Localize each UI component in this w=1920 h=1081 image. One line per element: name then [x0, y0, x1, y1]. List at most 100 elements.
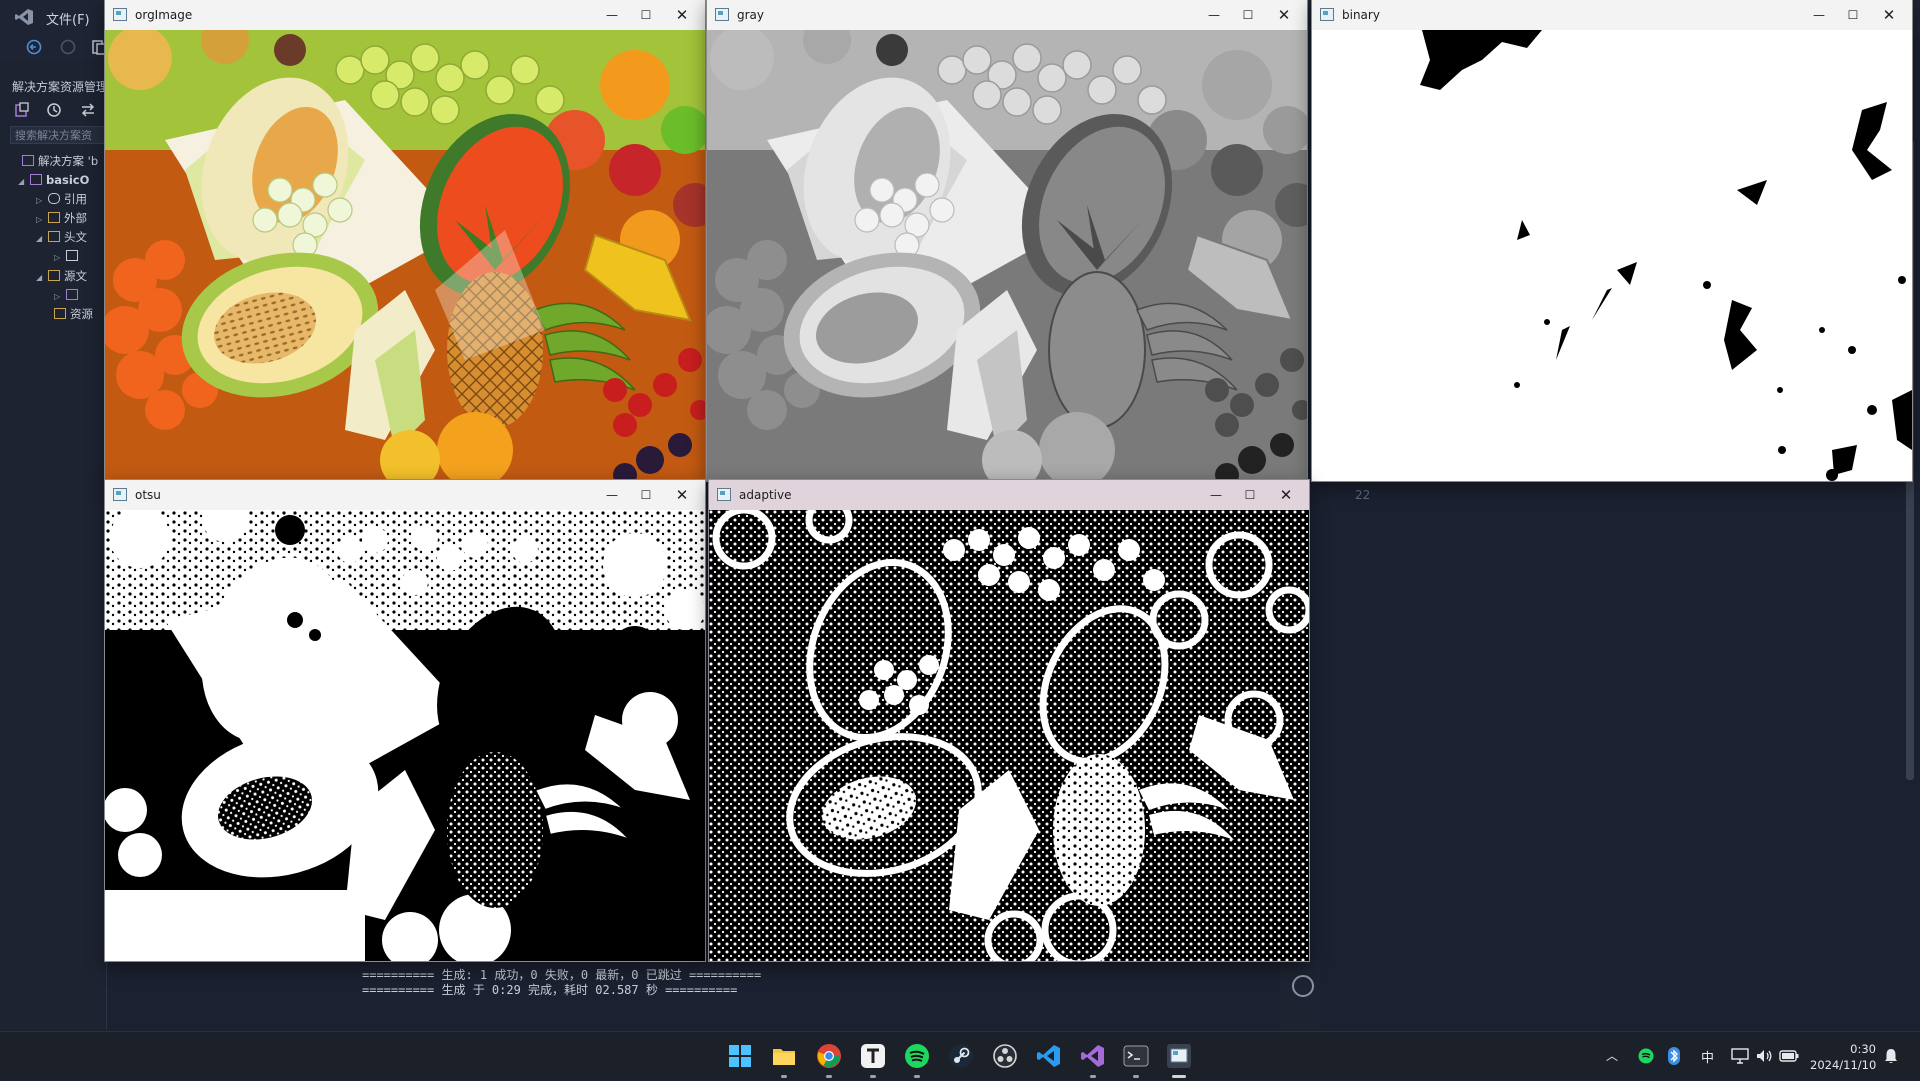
minimize-button[interactable]: —: [1207, 486, 1225, 504]
tree-item-cpp-file[interactable]: ▷: [54, 286, 82, 304]
spotify-tray-icon[interactable]: [1638, 1048, 1654, 1064]
back-navigation-icon[interactable]: [26, 39, 42, 55]
expanded-arrow-icon[interactable]: ◢: [36, 269, 44, 287]
opencv-window-icon[interactable]: [1166, 1043, 1192, 1069]
fruit-otsu-image: [105, 510, 705, 961]
running-indicator: [826, 1075, 832, 1078]
ime-indicator[interactable]: 中: [1701, 1047, 1714, 1066]
window-orgimage[interactable]: orgImage — ☐ ✕: [105, 0, 705, 481]
expanded-arrow-icon[interactable]: ◢: [18, 173, 26, 191]
solution-search-input[interactable]: 搜索解决方案资: [10, 126, 106, 144]
solution-explorer-title: 解决方案资源管理: [12, 80, 109, 94]
tree-item-label: basicO: [46, 173, 90, 187]
image-canvas: [709, 510, 1309, 961]
minimize-button[interactable]: —: [1810, 6, 1828, 24]
collapsed-arrow-icon[interactable]: ▷: [54, 288, 62, 306]
obs-icon[interactable]: [992, 1043, 1018, 1069]
solution-explorer-panel: 解决方案资源管理 搜索解决方案资 解决方案 'b ◢ basicO ▷ 引用 ▷ 外部…: [0, 60, 109, 1030]
chevron-up-icon[interactable]: ︿: [1606, 1047, 1618, 1064]
typora-icon[interactable]: [860, 1043, 886, 1069]
window-title: orgImage: [135, 8, 193, 22]
vs-toolbar: [0, 34, 110, 60]
tree-item-label: 源文: [64, 269, 87, 283]
forward-navigation-icon[interactable]: [60, 39, 76, 55]
window-adaptive[interactable]: adaptive — ☐ ✕: [709, 480, 1309, 961]
clock[interactable]: 0:30 2024/11/10: [1810, 1041, 1876, 1073]
chrome-icon[interactable]: [816, 1043, 842, 1069]
window-titlebar[interactable]: adaptive — ☐ ✕: [709, 480, 1309, 510]
clock-time: 0:30: [1850, 1042, 1876, 1056]
maximize-button[interactable]: ☐: [1241, 486, 1259, 504]
window-titlebar[interactable]: gray — ☐ ✕: [707, 0, 1307, 30]
account-icon[interactable]: [1292, 975, 1314, 997]
visual-studio-icon[interactable]: [1080, 1043, 1106, 1069]
close-button[interactable]: ✕: [1880, 6, 1898, 24]
file-explorer-icon[interactable]: [771, 1043, 797, 1069]
terminal-icon[interactable]: [1123, 1043, 1149, 1069]
tree-item-header-file[interactable]: ▷: [54, 247, 82, 265]
maximize-button[interactable]: ☐: [637, 486, 655, 504]
menu-file[interactable]: 文件(F): [46, 9, 90, 28]
sync-icon[interactable]: [80, 102, 96, 118]
window-otsu[interactable]: otsu — ☐ ✕: [105, 480, 705, 961]
solution-view-icon[interactable]: [14, 102, 30, 118]
collapsed-arrow-icon[interactable]: ▷: [36, 192, 44, 210]
window-titlebar[interactable]: orgImage — ☐ ✕: [105, 0, 705, 30]
image-canvas: [105, 30, 705, 481]
fruit-gray-image: [707, 30, 1307, 481]
tree-item-label: 解决方案 'b: [38, 154, 99, 168]
close-button[interactable]: ✕: [673, 486, 691, 504]
start-icon[interactable]: [727, 1043, 753, 1069]
maximize-button[interactable]: ☐: [637, 6, 655, 24]
tree-item-label: 头文: [64, 230, 87, 244]
output-line: ========== 生成 于 0:29 完成，耗时 02.587 秒 ====…: [362, 983, 738, 997]
running-indicator: [914, 1075, 920, 1078]
window-gray[interactable]: gray — ☐ ✕: [707, 0, 1307, 481]
tree-item-project[interactable]: ◢ basicO: [18, 171, 89, 189]
maximize-button[interactable]: ☐: [1844, 6, 1862, 24]
tree-item-sources[interactable]: ◢ 源文: [36, 267, 87, 285]
fruit-adaptive-image: [709, 510, 1309, 961]
collapsed-arrow-icon[interactable]: ▷: [54, 249, 62, 267]
tree-item-headers[interactable]: ◢ 头文: [36, 228, 87, 246]
volume-icon[interactable]: [1755, 1048, 1773, 1064]
tree-item-solution[interactable]: 解决方案 'b: [22, 152, 98, 170]
minimize-button[interactable]: —: [1205, 6, 1223, 24]
folder-icon: [48, 231, 60, 242]
window-titlebar[interactable]: binary — ☐ ✕: [1312, 0, 1912, 30]
steam-icon[interactable]: [948, 1043, 974, 1069]
new-project-icon[interactable]: [92, 39, 106, 55]
tree-item-external[interactable]: ▷ 外部: [36, 209, 87, 227]
notification-bell-icon[interactable]: [1884, 1048, 1898, 1064]
window-binary[interactable]: binary — ☐ ✕: [1312, 0, 1912, 481]
bluetooth-icon[interactable]: [1668, 1047, 1680, 1065]
maximize-button[interactable]: ☐: [1239, 6, 1257, 24]
active-indicator: [1172, 1075, 1186, 1078]
close-button[interactable]: ✕: [1275, 6, 1293, 24]
running-indicator: [781, 1075, 787, 1078]
vscode-icon[interactable]: [1036, 1043, 1062, 1069]
battery-icon[interactable]: [1779, 1049, 1799, 1063]
spotify-icon[interactable]: [904, 1043, 930, 1069]
tree-item-references[interactable]: ▷ 引用: [36, 190, 87, 208]
close-button[interactable]: ✕: [673, 6, 691, 24]
network-icon[interactable]: [1731, 1048, 1749, 1064]
window-titlebar[interactable]: otsu — ☐ ✕: [105, 480, 705, 510]
window-title: binary: [1342, 8, 1380, 22]
code-editor[interactable]: [1312, 480, 1920, 1030]
cpp-file-icon: [66, 289, 78, 300]
tree-item-resources[interactable]: 资源: [54, 305, 93, 323]
fruit-color-image: [105, 30, 705, 481]
solution-explorer-toolbar: [12, 100, 102, 120]
minimize-button[interactable]: —: [603, 486, 621, 504]
running-indicator: [1133, 1075, 1139, 1078]
window-app-icon: [1320, 8, 1334, 21]
history-icon[interactable]: [46, 102, 62, 118]
close-button[interactable]: ✕: [1277, 486, 1295, 504]
running-indicator: [1090, 1075, 1096, 1078]
expanded-arrow-icon[interactable]: ◢: [36, 230, 44, 248]
minimize-button[interactable]: —: [603, 6, 621, 24]
collapsed-arrow-icon[interactable]: ▷: [36, 211, 44, 229]
references-icon: [48, 193, 60, 204]
clock-date: 2024/11/10: [1810, 1058, 1877, 1072]
